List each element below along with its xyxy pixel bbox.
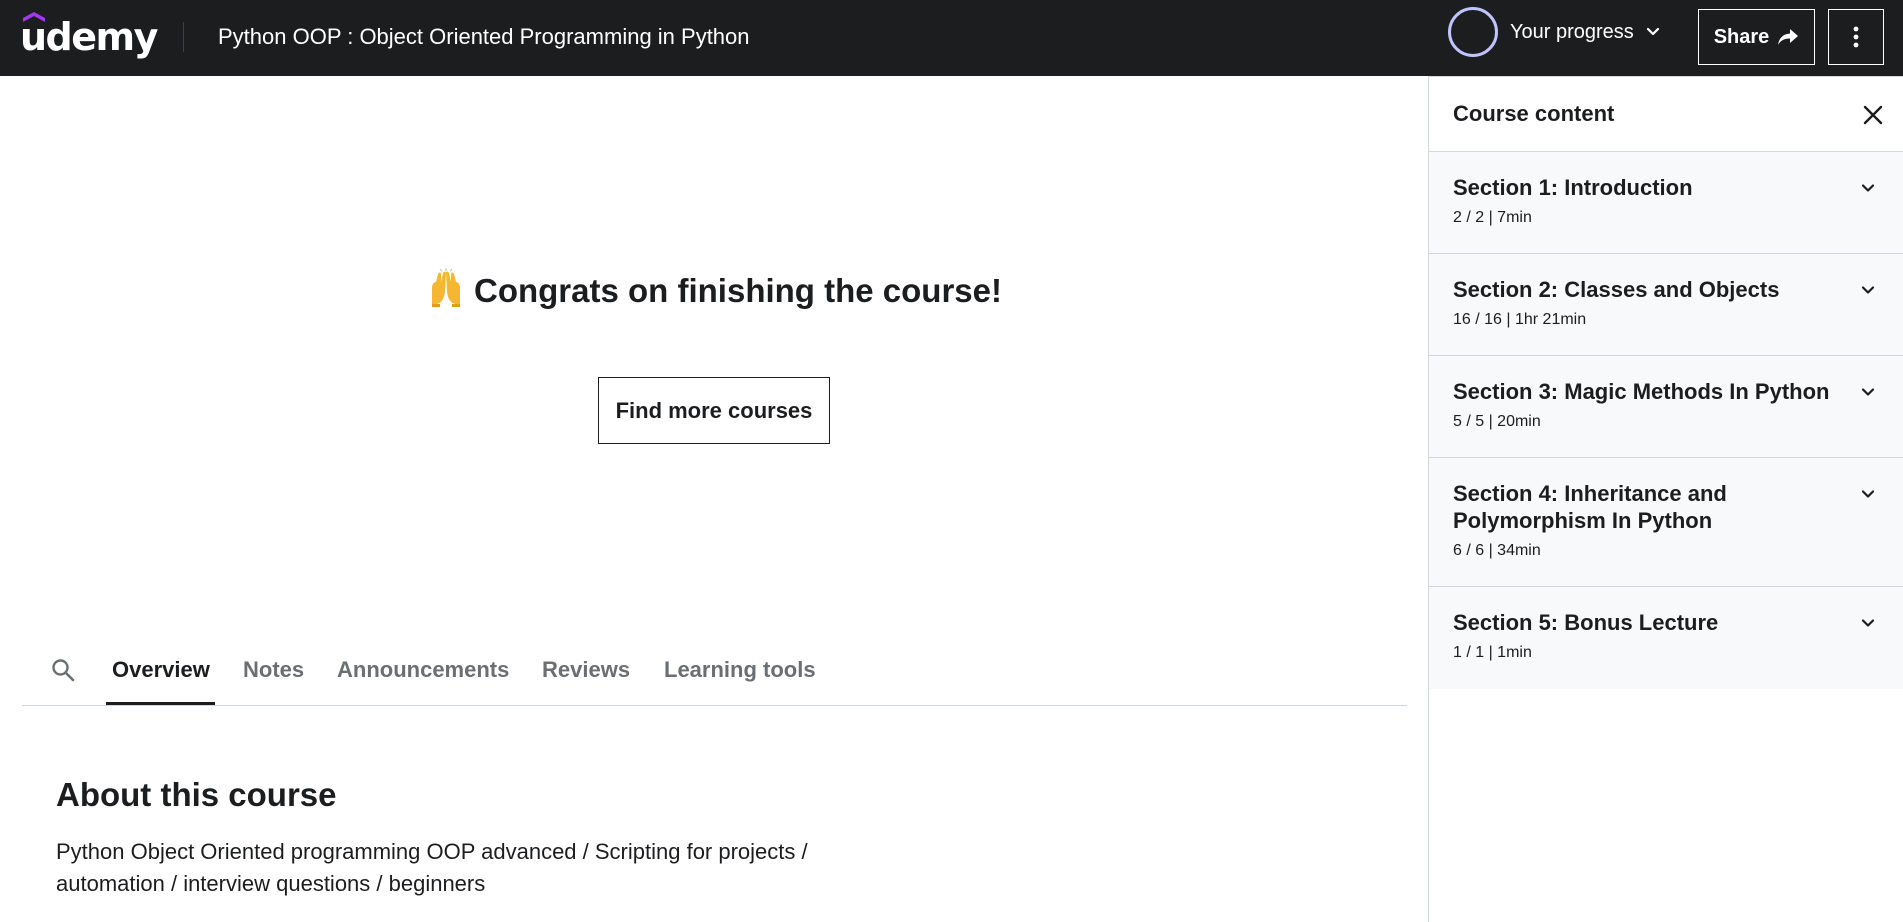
active-tab-indicator [106,702,215,705]
about-text-line: Python Object Oriented programming OOP a… [56,839,808,864]
about-title: About this course [56,776,337,813]
section-meta: 1 / 1 | 1min [1453,644,1532,661]
raising-hands-icon [431,268,460,307]
chevron-down-icon [1861,184,1875,192]
section-title: Section 5: Bonus Lecture [1453,610,1719,635]
section-title: Section 1: Introduction [1453,175,1693,200]
search-icon[interactable] [50,657,76,683]
tab-learning-tools[interactable]: Learning tools [664,657,816,683]
top-header: udemy Python OOP : Object Oriented Progr… [0,0,1903,76]
section-title-line: Section 4: Inheritance and [1453,481,1727,506]
udemy-logo[interactable]: udemy [20,12,158,62]
section-title-line: Polymorphism In Python [1453,508,1713,533]
tab-notes[interactable]: Notes [243,657,304,683]
sidebar-header: Course content [1429,76,1903,152]
more-vertical-icon [1853,26,1859,48]
more-options-button[interactable] [1828,9,1884,65]
congrats-text: Congrats on finishing the course! [473,272,1003,309]
about-text-line: automation / interview questions / begin… [56,871,486,896]
congrats-heading: Congrats on finishing the course! [0,268,1428,311]
section-title: Section 3: Magic Methods In Python [1453,379,1830,404]
find-more-courses-button[interactable]: Find more courses [598,377,830,444]
tab-announcements[interactable]: Announcements [337,657,509,683]
section-title: Section 4: Inheritance and Polymorphism … [1453,480,1833,534]
chevron-down-icon [1861,490,1875,498]
course-tabs: Overview Notes Announcements Reviews Lea… [22,645,1407,706]
section-item-2[interactable]: Section 2: Classes and Objects 16 / 16 |… [1429,254,1903,356]
about-description: Python Object Oriented programming OOP a… [56,836,876,900]
share-label: Share [1713,25,1770,48]
progress-dropdown[interactable]: Your progress [1448,7,1662,57]
chevron-down-icon [1646,27,1659,36]
tab-reviews[interactable]: Reviews [542,657,630,683]
chevron-down-icon [1861,388,1875,396]
chevron-down-icon [1861,619,1875,627]
progress-ring [1448,7,1498,57]
section-meta: 2 / 2 | 7min [1453,209,1532,226]
sidebar-title: Course content [1453,101,1615,126]
header-divider [183,22,184,52]
section-title: Section 2: Classes and Objects [1453,277,1780,302]
section-meta: 6 / 6 | 34min [1453,542,1541,559]
section-item-1[interactable]: Section 1: Introduction 2 / 2 | 7min [1429,152,1903,254]
logo-text: udemy [20,15,158,59]
section-meta: 5 / 5 | 20min [1453,413,1541,430]
section-item-4[interactable]: Section 4: Inheritance and Polymorphism … [1429,458,1903,587]
course-content-sidebar: Course content Section 1: Introduction 2… [1428,76,1903,922]
progress-label: Your progress [1510,20,1634,43]
share-arrow-icon [1778,29,1799,45]
section-item-3[interactable]: Section 3: Magic Methods In Python 5 / 5… [1429,356,1903,458]
course-title[interactable]: Python OOP : Object Oriented Programming… [218,24,750,50]
section-meta: 16 / 16 | 1hr 21min [1453,311,1587,328]
section-item-5[interactable]: Section 5: Bonus Lecture 1 / 1 | 1min [1429,587,1903,689]
chevron-down-icon [1861,286,1875,294]
tab-overview[interactable]: Overview [112,657,210,683]
close-icon[interactable] [1859,101,1887,129]
share-button[interactable]: Share [1698,9,1815,65]
